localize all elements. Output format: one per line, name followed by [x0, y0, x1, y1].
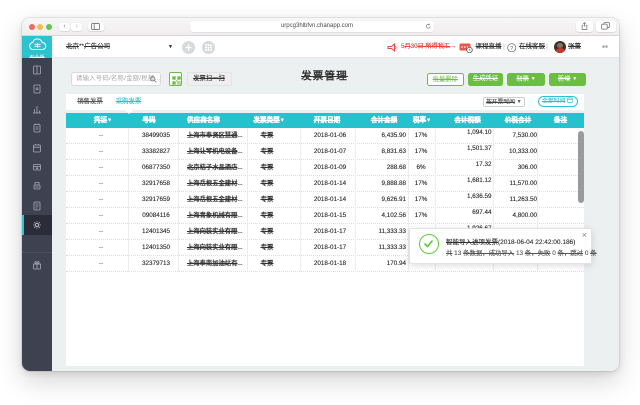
svg-text:?: ? — [510, 45, 513, 51]
